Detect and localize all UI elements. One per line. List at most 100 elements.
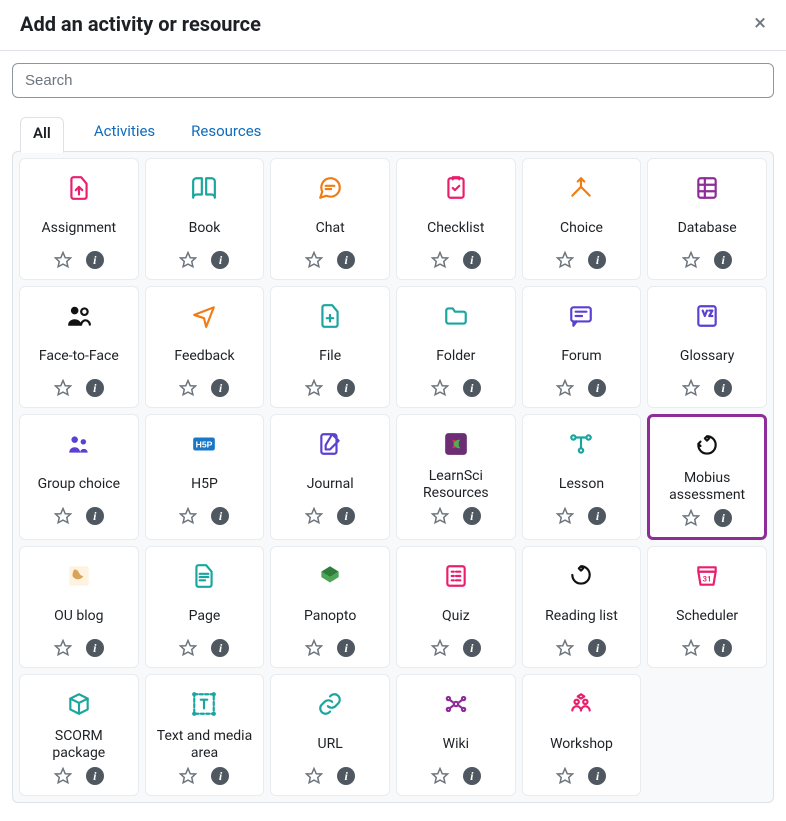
activity-card-scorm[interactable]: SCORM packagei xyxy=(19,674,139,796)
oublog-icon xyxy=(66,561,92,591)
info-icon[interactable]: i xyxy=(463,767,481,785)
activity-card-glossary[interactable]: Glossary i xyxy=(647,286,767,408)
star-icon[interactable] xyxy=(431,767,449,785)
activity-card-assignment[interactable]: Assignmenti xyxy=(19,158,139,280)
star-icon[interactable] xyxy=(305,639,323,657)
activity-card-chat[interactable]: Chati xyxy=(270,158,390,280)
activity-card-feedback[interactable]: Feedbacki xyxy=(145,286,265,408)
activity-card-readinglist[interactable]: Reading listi xyxy=(522,546,642,668)
info-icon[interactable]: i xyxy=(337,767,355,785)
info-icon[interactable]: i xyxy=(86,639,104,657)
activity-card-page[interactable]: Pagei xyxy=(145,546,265,668)
activity-actions: i xyxy=(54,639,104,657)
star-icon[interactable] xyxy=(305,251,323,269)
info-icon[interactable]: i xyxy=(337,507,355,525)
star-icon[interactable] xyxy=(179,507,197,525)
star-icon[interactable] xyxy=(682,379,700,397)
activity-card-journal[interactable]: Journali xyxy=(270,414,390,540)
search-wrap xyxy=(12,63,774,106)
url-icon xyxy=(317,689,343,719)
info-icon[interactable]: i xyxy=(463,251,481,269)
tab-activities[interactable]: Activities xyxy=(88,116,161,152)
info-icon[interactable]: i xyxy=(337,379,355,397)
info-icon[interactable]: i xyxy=(211,507,229,525)
activity-card-book[interactable]: Booki xyxy=(145,158,265,280)
star-icon[interactable] xyxy=(556,639,574,657)
activity-card-url[interactable]: URLi xyxy=(270,674,390,796)
activity-label: Glossary xyxy=(676,339,738,375)
activity-actions: i xyxy=(682,379,732,397)
info-icon[interactable]: i xyxy=(463,507,481,525)
close-icon[interactable]: × xyxy=(754,13,766,35)
info-icon[interactable]: i xyxy=(211,767,229,785)
activity-card-wiki[interactable]: Wikii xyxy=(396,674,516,796)
star-icon[interactable] xyxy=(179,251,197,269)
info-icon[interactable]: i xyxy=(714,509,732,527)
info-icon[interactable]: i xyxy=(86,251,104,269)
activity-card-checklist[interactable]: Checklisti xyxy=(396,158,516,280)
activity-card-oublog[interactable]: OU blogi xyxy=(19,546,139,668)
tab-all[interactable]: All xyxy=(20,117,64,153)
info-icon[interactable]: i xyxy=(86,507,104,525)
activity-card-panopto[interactable]: Panoptoi xyxy=(270,546,390,668)
star-icon[interactable] xyxy=(682,509,700,527)
star-icon[interactable] xyxy=(305,379,323,397)
activity-card-lesson[interactable]: Lessoni xyxy=(522,414,642,540)
info-icon[interactable]: i xyxy=(714,251,732,269)
activity-card-database[interactable]: Databasei xyxy=(647,158,767,280)
info-icon[interactable]: i xyxy=(463,639,481,657)
info-icon[interactable]: i xyxy=(211,639,229,657)
info-icon[interactable]: i xyxy=(211,251,229,269)
search-input[interactable] xyxy=(12,63,774,98)
info-icon[interactable]: i xyxy=(211,379,229,397)
star-icon[interactable] xyxy=(179,639,197,657)
star-icon[interactable] xyxy=(431,379,449,397)
star-icon[interactable] xyxy=(431,251,449,269)
info-icon[interactable]: i xyxy=(714,379,732,397)
info-icon[interactable]: i xyxy=(463,379,481,397)
activity-card-textmedia[interactable]: Text and media areai xyxy=(145,674,265,796)
star-icon[interactable] xyxy=(556,379,574,397)
star-icon[interactable] xyxy=(431,639,449,657)
star-icon[interactable] xyxy=(556,251,574,269)
tab-resources[interactable]: Resources xyxy=(185,116,267,152)
activity-card-workshop[interactable]: Workshopi xyxy=(522,674,642,796)
activity-card-choice[interactable]: Choicei xyxy=(522,158,642,280)
star-icon[interactable] xyxy=(54,251,72,269)
info-icon[interactable]: i xyxy=(588,767,606,785)
activity-card-scheduler[interactable]: 31Scheduleri xyxy=(647,546,767,668)
star-icon[interactable] xyxy=(305,507,323,525)
mobius-icon xyxy=(694,431,720,461)
star-icon[interactable] xyxy=(556,507,574,525)
info-icon[interactable]: i xyxy=(588,639,606,657)
activity-card-mobius[interactable]: Mobius assessmenti xyxy=(647,414,767,540)
star-icon[interactable] xyxy=(431,507,449,525)
activity-card-forum[interactable]: Forumi xyxy=(522,286,642,408)
star-icon[interactable] xyxy=(54,379,72,397)
activity-card-learnsci[interactable]: LearnSci Resourcesi xyxy=(396,414,516,540)
info-icon[interactable]: i xyxy=(337,251,355,269)
star-icon[interactable] xyxy=(54,639,72,657)
star-icon[interactable] xyxy=(682,251,700,269)
page-icon xyxy=(191,561,217,591)
star-icon[interactable] xyxy=(305,767,323,785)
star-icon[interactable] xyxy=(54,767,72,785)
star-icon[interactable] xyxy=(54,507,72,525)
activity-card-groupchoice[interactable]: Group choicei xyxy=(19,414,139,540)
info-icon[interactable]: i xyxy=(86,379,104,397)
info-icon[interactable]: i xyxy=(714,639,732,657)
activity-card-folder[interactable]: Folderi xyxy=(396,286,516,408)
star-icon[interactable] xyxy=(179,767,197,785)
info-icon[interactable]: i xyxy=(588,507,606,525)
info-icon[interactable]: i xyxy=(588,251,606,269)
activity-card-file[interactable]: Filei xyxy=(270,286,390,408)
activity-card-quiz[interactable]: Quizi xyxy=(396,546,516,668)
info-icon[interactable]: i xyxy=(588,379,606,397)
star-icon[interactable] xyxy=(179,379,197,397)
activity-card-facetoface[interactable]: Face-to-Facei xyxy=(19,286,139,408)
star-icon[interactable] xyxy=(682,639,700,657)
activity-card-h5p[interactable]: H5PH5Pi xyxy=(145,414,265,540)
info-icon[interactable]: i xyxy=(86,767,104,785)
star-icon[interactable] xyxy=(556,767,574,785)
info-icon[interactable]: i xyxy=(337,639,355,657)
